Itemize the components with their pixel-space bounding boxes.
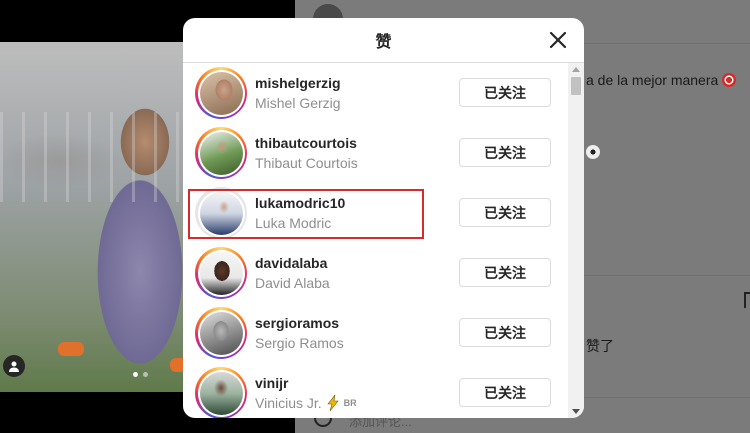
following-button[interactable]: 已关注 bbox=[459, 318, 551, 347]
username[interactable]: lukamodric10 bbox=[255, 195, 345, 211]
avatar bbox=[199, 71, 243, 115]
username[interactable]: mishelgerzig bbox=[255, 75, 341, 91]
tagged-users-icon[interactable] bbox=[3, 355, 25, 377]
target-emoji-icon bbox=[722, 73, 736, 87]
list-item: vinijr Vinicius Jr. BR 已关注 bbox=[183, 363, 568, 418]
bookmark-icon[interactable] bbox=[744, 292, 750, 308]
avatar bbox=[199, 371, 243, 415]
carousel-dots bbox=[133, 372, 148, 377]
avatar bbox=[199, 131, 243, 175]
avatar bbox=[199, 251, 243, 295]
player-boot bbox=[58, 342, 84, 356]
full-name: Vinicius Jr. BR bbox=[255, 395, 357, 411]
following-button[interactable]: 已关注 bbox=[459, 78, 551, 107]
likes-dialog: 赞 mishelgerzig Mishel Gerzig 已关注 thibaut… bbox=[183, 18, 584, 418]
full-name: Luka Modric bbox=[255, 215, 332, 231]
list-item: sergioramos Sergio Ramos 已关注 bbox=[183, 303, 568, 363]
username[interactable]: davidalaba bbox=[255, 255, 327, 271]
soccer-ball-emoji-icon bbox=[586, 145, 600, 159]
story-ring[interactable] bbox=[195, 307, 247, 359]
username[interactable]: vinijr bbox=[255, 375, 288, 391]
full-name: Sergio Ramos bbox=[255, 335, 344, 351]
dialog-header: 赞 bbox=[183, 18, 584, 63]
username[interactable]: sergioramos bbox=[255, 315, 339, 331]
scrollbar[interactable] bbox=[568, 63, 584, 418]
following-button[interactable]: 已关注 bbox=[459, 258, 551, 287]
scroll-thumb[interactable] bbox=[571, 77, 581, 95]
lightning-bolt-icon bbox=[327, 395, 339, 411]
list-item: mishelgerzig Mishel Gerzig 已关注 bbox=[183, 63, 568, 123]
following-button[interactable]: 已关注 bbox=[459, 198, 551, 227]
scroll-up-arrow-icon[interactable] bbox=[572, 67, 580, 72]
full-name: David Alaba bbox=[255, 275, 330, 291]
scroll-down-arrow-icon[interactable] bbox=[572, 409, 580, 414]
list-item: davidalaba David Alaba 已关注 bbox=[183, 243, 568, 303]
avatar bbox=[199, 311, 243, 355]
username[interactable]: thibautcourtois bbox=[255, 135, 357, 151]
story-ring[interactable] bbox=[195, 67, 247, 119]
close-icon[interactable] bbox=[546, 28, 570, 52]
following-button[interactable]: 已关注 bbox=[459, 378, 551, 407]
dialog-title: 赞 bbox=[375, 34, 392, 51]
avatar-frame[interactable] bbox=[195, 187, 247, 239]
story-ring[interactable] bbox=[195, 127, 247, 179]
story-ring[interactable] bbox=[195, 247, 247, 299]
post-caption-fragment: a de la mejor manera bbox=[586, 72, 719, 88]
story-ring[interactable] bbox=[195, 367, 247, 418]
country-badge: BR bbox=[343, 398, 357, 408]
likes-fragment: 赞了 bbox=[586, 338, 614, 354]
following-button[interactable]: 已关注 bbox=[459, 138, 551, 167]
full-name: Mishel Gerzig bbox=[255, 95, 341, 111]
full-name: Thibaut Courtois bbox=[255, 155, 358, 171]
list-item: lukamodric10 Luka Modric 已关注 bbox=[183, 183, 568, 243]
likes-list: mishelgerzig Mishel Gerzig 已关注 thibautco… bbox=[183, 63, 568, 418]
avatar bbox=[199, 191, 243, 235]
list-item: thibautcourtois Thibaut Courtois 已关注 bbox=[183, 123, 568, 183]
